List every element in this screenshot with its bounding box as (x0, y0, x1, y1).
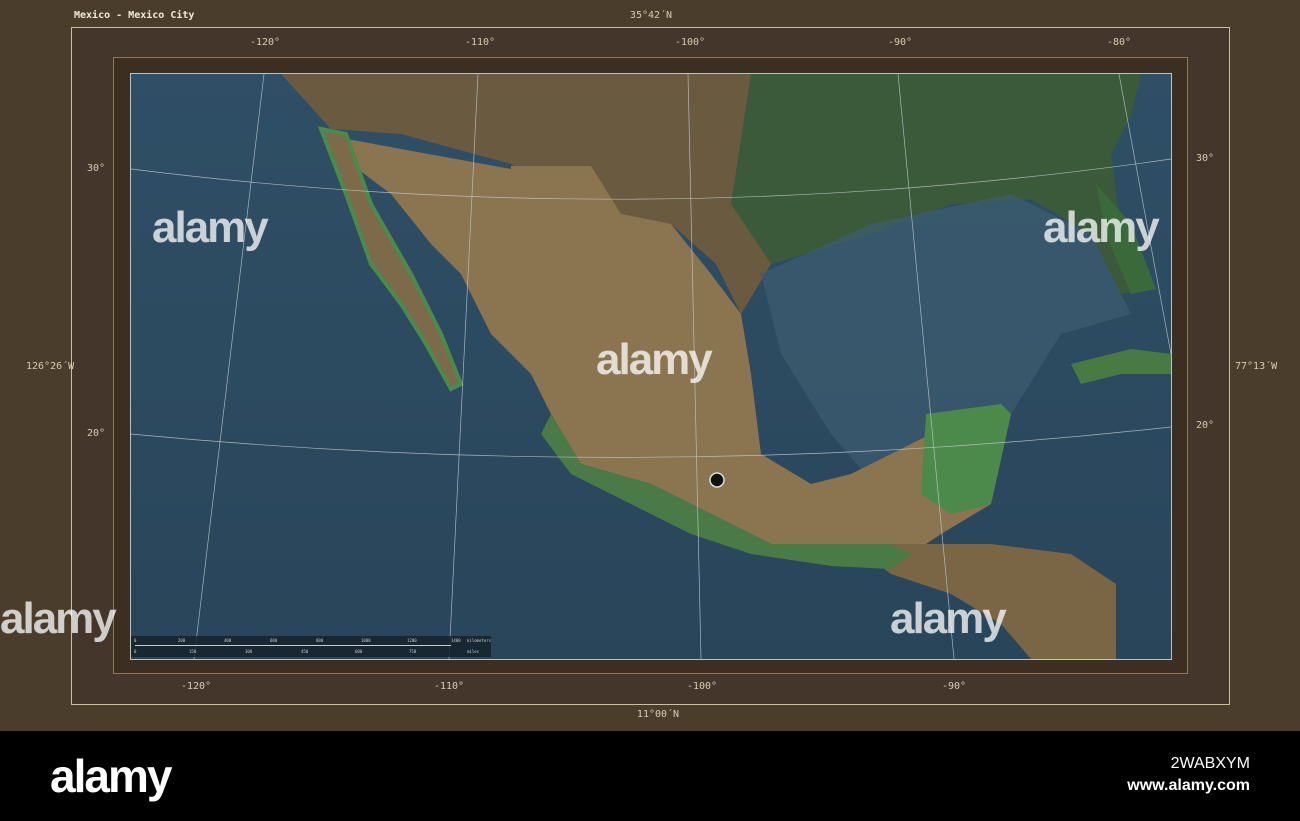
top-tick: -100° (674, 37, 706, 48)
scale-mi-label: 450 (301, 649, 309, 654)
map-page: Mexico - Mexico City 35°42´N 11°00´N 126… (0, 0, 1300, 731)
scale-mi-label: 750 (409, 649, 417, 654)
scale-mi-label: 300 (245, 649, 253, 654)
watermark: alamy (152, 203, 269, 252)
scale-mi-label: 150 (189, 649, 197, 654)
scale-mi-unit: miles (467, 649, 480, 654)
scale-km-label: 0 (134, 638, 137, 643)
scale-km-label: 1000 (361, 638, 371, 643)
scale-km-unit: kilometers (467, 638, 492, 643)
right-tick: 30° (1196, 153, 1215, 164)
lon-right-label: 77°13´W (1235, 361, 1278, 372)
right-tick: 20° (1196, 420, 1215, 431)
left-tick: 30° (87, 163, 106, 174)
scale-mi-label: 0 (134, 649, 137, 654)
top-tick: -90° (887, 37, 913, 48)
watermark: alamy (0, 594, 117, 643)
lat-top-label: 35°42´N (629, 10, 673, 21)
left-tick: 20° (87, 428, 106, 439)
scale-bar: 0 200 400 600 800 1000 1200 1400 kilomet… (131, 636, 491, 657)
map-title: Mexico - Mexico City (74, 10, 195, 21)
scale-mi-label: 600 (355, 649, 363, 654)
scale-km-label: 1200 (407, 638, 417, 643)
mexico-city-marker[interactable] (709, 472, 725, 488)
scale-km-label: 600 (270, 638, 278, 643)
top-tick: -110° (464, 37, 496, 48)
footer-bar: alamy 2WABXYM www.alamy.com (0, 731, 1300, 821)
bottom-tick: -120° (180, 681, 212, 692)
bottom-tick: -100° (686, 681, 718, 692)
lon-left-label: 126°26´W (26, 361, 75, 372)
lat-bottom-label: 11°00´N (636, 709, 680, 720)
bottom-tick: -90° (941, 681, 967, 692)
site-url[interactable]: www.alamy.com (1127, 777, 1250, 795)
image-id: 2WABXYM (1170, 755, 1250, 772)
scale-km-label: 1400 (451, 638, 461, 643)
alamy-logo: alamy (50, 750, 172, 802)
watermark: alamy (890, 594, 1007, 643)
scale-km-label: 800 (316, 638, 324, 643)
bottom-tick: -110° (433, 681, 465, 692)
top-tick: -120° (249, 37, 281, 48)
scale-km-label: 400 (224, 638, 232, 643)
watermark: alamy (1043, 203, 1160, 252)
watermark: alamy (596, 335, 713, 384)
top-tick: -80° (1106, 37, 1132, 48)
scale-km-label: 200 (178, 638, 186, 643)
